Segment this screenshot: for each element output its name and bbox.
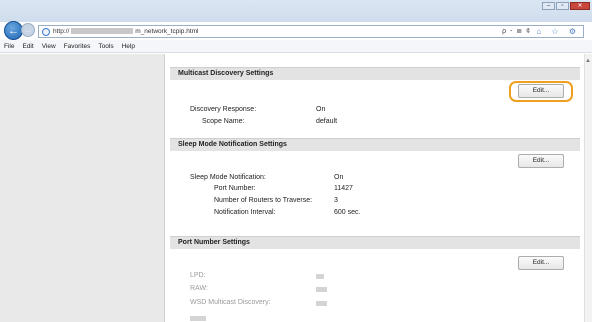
scroll-up-icon[interactable]: ▲	[585, 58, 591, 64]
sleep-notification-value: On	[334, 174, 344, 181]
port-edit-button[interactable]: Edit...	[518, 256, 564, 270]
wsd-masked-value	[316, 301, 327, 306]
window-controls: – ▫ ✕	[542, 2, 590, 10]
forward-button[interactable]: →	[21, 23, 35, 37]
search-refresh-icon[interactable]: ρ - ≣ ¢	[502, 27, 531, 35]
settings-content: Multicast Discovery Settings Edit... Dis…	[166, 54, 584, 322]
port-number-label: Port Number:	[214, 185, 256, 192]
menu-file[interactable]: File	[4, 43, 14, 50]
sleep-notification-label: Sleep Mode Notification:	[190, 174, 266, 181]
close-button[interactable]: ✕	[570, 2, 590, 10]
page-favicon-icon	[42, 28, 50, 36]
multicast-section-title: Multicast Discovery Settings	[170, 67, 580, 80]
faded-row-masked-label	[190, 316, 206, 321]
url-suffix: m_network_tcpip.html	[135, 28, 199, 35]
menu-tools[interactable]: Tools	[98, 43, 113, 50]
menu-help[interactable]: Help	[122, 43, 135, 50]
page-scrollbar[interactable]	[584, 54, 592, 322]
raw-masked-value	[316, 287, 327, 292]
routers-value: 3	[334, 197, 338, 204]
browser-titlebar: – ▫ ✕	[0, 0, 592, 22]
wsd-label: WSD Multicast Discovery:	[190, 299, 271, 306]
lpd-masked-value	[316, 274, 324, 279]
scope-name-label: Scope Name:	[202, 118, 245, 125]
port-section-title: Port Number Settings	[170, 236, 580, 249]
discovery-response-label: Discovery Response:	[190, 106, 257, 113]
menu-favorites[interactable]: Favorites	[64, 43, 91, 50]
menu-view[interactable]: View	[42, 43, 56, 50]
menu-edit[interactable]: Edit	[22, 43, 33, 50]
lpd-label: LPD:	[190, 272, 206, 279]
notification-interval-label: Notification Interval:	[214, 209, 276, 216]
forward-arrow-icon: →	[24, 25, 32, 35]
address-bar[interactable]: http:// m_network_tcpip.html ρ - ≣ ¢ ⌂ ☆ …	[38, 25, 584, 38]
maximize-button[interactable]: ▫	[556, 2, 569, 10]
left-nav-panel	[0, 54, 165, 322]
raw-label: RAW:	[190, 285, 208, 292]
url-masked-host	[71, 28, 134, 35]
minimize-button[interactable]: –	[542, 2, 555, 10]
home-favorites-settings-icon[interactable]: ⌂ ☆ ⚙	[536, 27, 580, 36]
multicast-edit-button[interactable]: Edit...	[518, 84, 564, 98]
menu-bar: File Edit View Favorites Tools Help	[0, 40, 592, 53]
notification-interval-value: 600 sec.	[334, 209, 361, 216]
routers-label: Number of Routers to Traverse:	[214, 197, 313, 204]
port-number-value: 11427	[334, 185, 353, 192]
url-text: http:// m_network_tcpip.html	[53, 28, 199, 35]
back-arrow-icon: ←	[8, 24, 19, 37]
url-prefix: http://	[53, 28, 70, 35]
discovery-response-value: On	[316, 106, 326, 113]
sleep-section-title: Sleep Mode Notification Settings	[170, 138, 580, 151]
sleep-edit-button[interactable]: Edit...	[518, 154, 564, 168]
scope-name-value: default	[316, 118, 338, 125]
